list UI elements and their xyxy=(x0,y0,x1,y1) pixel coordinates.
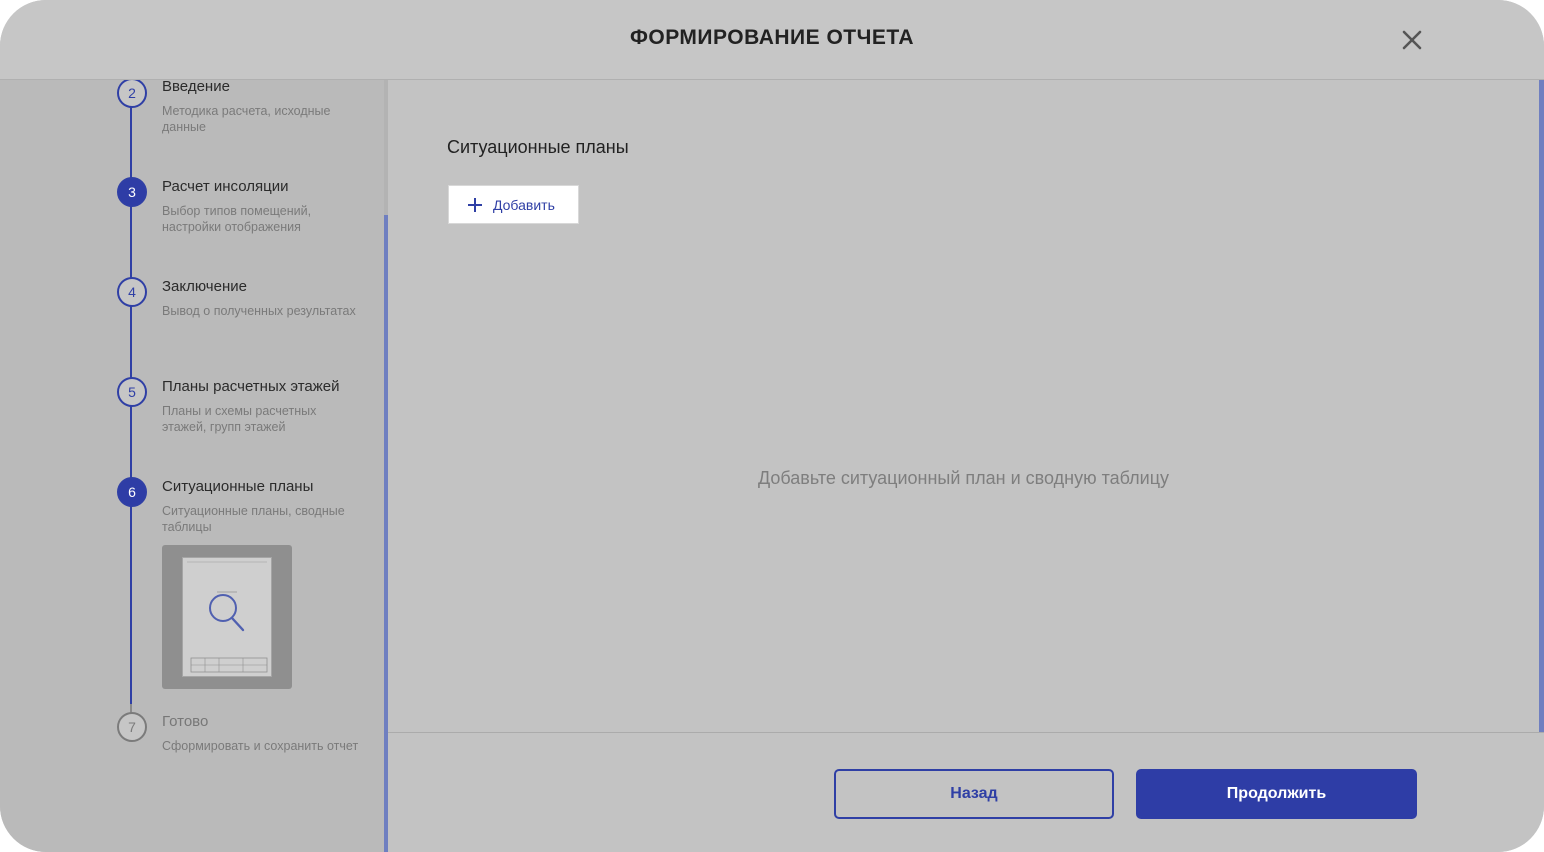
step-number: 5 xyxy=(117,377,147,407)
step-number: 4 xyxy=(117,277,147,307)
dialog-footer: Назад Продолжить xyxy=(388,732,1544,852)
step-description: Сформировать и сохранить отчет xyxy=(162,739,359,753)
step-number: 3 xyxy=(117,177,147,207)
step-title: Планы расчетных этажей xyxy=(162,378,340,395)
section-title: Ситуационные планы xyxy=(447,137,629,157)
dialog-title: ФОРМИРОВАНИЕ ОТЧЕТА xyxy=(629,26,915,49)
page-preview-thumbnail[interactable] xyxy=(162,545,292,689)
step-title: Ситуационные планы xyxy=(162,478,314,495)
step-description: Планы и схемы расчетных этажей, групп эт… xyxy=(162,404,317,434)
step-title: Введение xyxy=(162,80,230,95)
add-button-label: Добавить xyxy=(493,197,555,213)
magnifier-icon xyxy=(187,561,268,673)
dialog-header: ФОРМИРОВАНИЕ ОТЧЕТА xyxy=(0,0,1544,80)
step-number: 7 xyxy=(117,712,147,742)
continue-button[interactable]: Продолжить xyxy=(1136,769,1417,819)
step-number: 6 xyxy=(117,477,147,507)
close-icon xyxy=(1402,30,1422,50)
page-preview xyxy=(182,557,272,677)
step-title: Заключение xyxy=(162,278,247,295)
close-button[interactable] xyxy=(1396,24,1428,56)
main-content: Ситуационные планы Добавить Добавьте сит… xyxy=(388,80,1539,732)
step-description: Методика расчета, исходные данные xyxy=(162,104,331,134)
empty-state-message: Добавьте ситуационный план и сводную таб… xyxy=(757,468,1170,488)
back-button[interactable]: Назад xyxy=(834,769,1114,819)
step-number: 2 xyxy=(117,80,147,108)
add-button[interactable]: Добавить xyxy=(448,185,579,224)
steps-sidebar[interactable]: 2 Введение Методика расчета, исходные да… xyxy=(0,80,384,852)
plus-icon xyxy=(468,198,482,212)
report-dialog: ФОРМИРОВАНИЕ ОТЧЕТА 2 Введение Методика … xyxy=(0,0,1544,852)
step-description: Выбор типов помещений, настройки отображ… xyxy=(162,204,312,234)
step-description: Вывод о полученных результатах xyxy=(162,304,356,318)
main-scrollbar[interactable] xyxy=(1539,80,1544,732)
step-title: Расчет инсоляции xyxy=(162,178,289,195)
step-description: Ситуационные планы, сводные таблицы xyxy=(162,504,345,534)
step-title: Готово xyxy=(162,713,209,730)
